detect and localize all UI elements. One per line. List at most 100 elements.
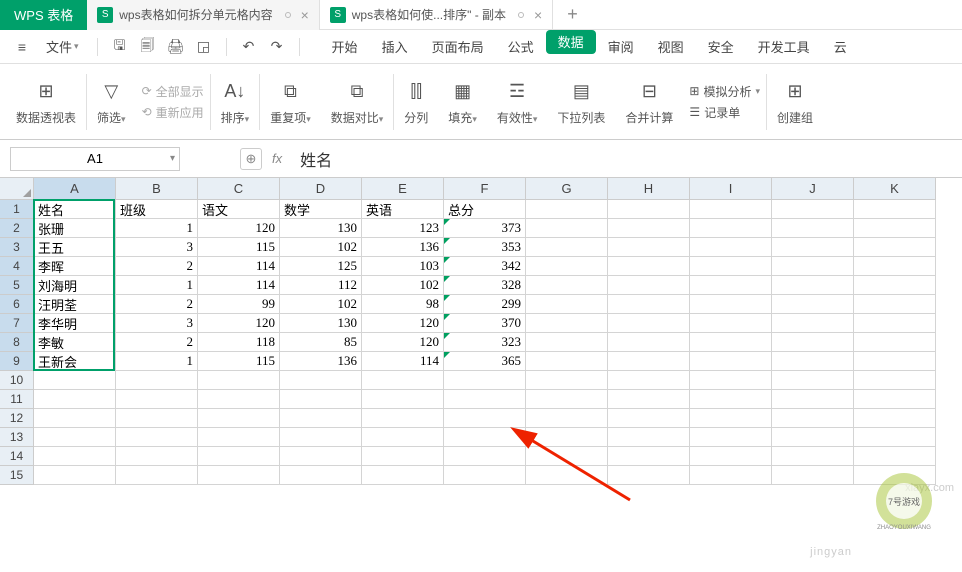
cell[interactable] <box>772 371 854 390</box>
cell[interactable] <box>854 428 936 447</box>
column-header[interactable]: F <box>444 178 526 200</box>
cell[interactable] <box>772 257 854 276</box>
cell[interactable] <box>362 390 444 409</box>
cell[interactable] <box>690 447 772 466</box>
cell[interactable] <box>198 466 280 485</box>
undo-icon[interactable]: ↶ <box>237 35 261 59</box>
cell[interactable]: 李晖 <box>34 257 116 276</box>
cell[interactable]: 刘海明 <box>34 276 116 295</box>
cell[interactable] <box>608 238 690 257</box>
cell[interactable] <box>34 371 116 390</box>
cell[interactable]: 103 <box>362 257 444 276</box>
cell[interactable] <box>526 219 608 238</box>
cell[interactable] <box>608 409 690 428</box>
select-all-corner[interactable] <box>0 178 34 200</box>
cell[interactable] <box>444 371 526 390</box>
tab-close-icon[interactable]: × <box>301 7 309 23</box>
cell[interactable] <box>772 238 854 257</box>
cell[interactable]: 125 <box>280 257 362 276</box>
cell[interactable]: 114 <box>198 276 280 295</box>
cell[interactable]: 总分 <box>444 200 526 219</box>
cell[interactable] <box>690 295 772 314</box>
cell[interactable]: 3 <box>116 238 198 257</box>
cell[interactable] <box>690 219 772 238</box>
cell[interactable]: 120 <box>198 314 280 333</box>
cell[interactable]: 114 <box>362 352 444 371</box>
cell[interactable] <box>608 276 690 295</box>
show-all-button[interactable]: ⟳ 全部显示 <box>142 83 204 100</box>
cell[interactable] <box>526 428 608 447</box>
cell[interactable] <box>690 428 772 447</box>
cell[interactable]: 数学 <box>280 200 362 219</box>
cell[interactable] <box>198 390 280 409</box>
column-header[interactable]: E <box>362 178 444 200</box>
row-header[interactable]: 4 <box>0 257 34 276</box>
cell[interactable] <box>772 295 854 314</box>
cell[interactable] <box>854 352 936 371</box>
cell[interactable] <box>362 428 444 447</box>
cell[interactable]: 王五 <box>34 238 116 257</box>
cell[interactable] <box>280 447 362 466</box>
row-header[interactable]: 2 <box>0 219 34 238</box>
fx-label[interactable]: fx <box>272 151 282 166</box>
cell[interactable] <box>690 466 772 485</box>
tab-developer[interactable]: 开发工具 <box>746 30 822 64</box>
cell[interactable] <box>690 276 772 295</box>
cell[interactable] <box>526 447 608 466</box>
cell[interactable] <box>690 371 772 390</box>
reapply-button[interactable]: ⟲ 重新应用 <box>142 104 204 121</box>
cell[interactable]: 136 <box>362 238 444 257</box>
cell[interactable] <box>854 371 936 390</box>
cell[interactable] <box>116 466 198 485</box>
cell[interactable] <box>444 409 526 428</box>
tab-security[interactable]: 安全 <box>696 30 746 64</box>
tab-view[interactable]: 视图 <box>646 30 696 64</box>
cell[interactable] <box>690 257 772 276</box>
row-header[interactable]: 10 <box>0 371 34 390</box>
cell[interactable] <box>772 409 854 428</box>
row-header[interactable]: 7 <box>0 314 34 333</box>
name-box[interactable]: A1 ▾ <box>10 147 180 171</box>
cell[interactable] <box>198 428 280 447</box>
cell[interactable] <box>362 409 444 428</box>
cell[interactable] <box>690 314 772 333</box>
cell[interactable]: 汪明荃 <box>34 295 116 314</box>
cell[interactable]: 114 <box>198 257 280 276</box>
cell[interactable] <box>444 466 526 485</box>
pivot-button[interactable]: ⊞ 数据透视表 <box>6 64 86 139</box>
row-header[interactable]: 14 <box>0 447 34 466</box>
tab-close-icon[interactable]: × <box>534 7 542 23</box>
row-header[interactable]: 9 <box>0 352 34 371</box>
save-as-icon[interactable]: 🗐 <box>136 35 160 59</box>
zoom-icon[interactable]: ⊕ <box>240 148 262 170</box>
cell[interactable]: 2 <box>116 257 198 276</box>
cell[interactable] <box>772 447 854 466</box>
row-header[interactable]: 6 <box>0 295 34 314</box>
row-header[interactable]: 13 <box>0 428 34 447</box>
sort-button[interactable]: A↓ 排序▾ <box>211 64 260 139</box>
cell[interactable]: 370 <box>444 314 526 333</box>
cell[interactable] <box>116 409 198 428</box>
cell[interactable] <box>526 200 608 219</box>
cell[interactable]: 3 <box>116 314 198 333</box>
cell[interactable]: 112 <box>280 276 362 295</box>
cell[interactable] <box>444 447 526 466</box>
tab-insert[interactable]: 插入 <box>370 30 420 64</box>
cell[interactable] <box>772 333 854 352</box>
redo-icon[interactable]: ↷ <box>265 35 289 59</box>
cell[interactable] <box>116 428 198 447</box>
tab-formula[interactable]: 公式 <box>496 30 546 64</box>
cell[interactable] <box>854 238 936 257</box>
cell[interactable]: 102 <box>280 295 362 314</box>
cell[interactable]: 115 <box>198 238 280 257</box>
cell[interactable] <box>198 447 280 466</box>
cell[interactable]: 1 <box>116 352 198 371</box>
column-header[interactable]: H <box>608 178 690 200</box>
document-tab-1[interactable]: S wps表格如何拆分单元格内容 × <box>87 0 320 30</box>
cell[interactable] <box>772 352 854 371</box>
cell[interactable] <box>854 257 936 276</box>
file-menu[interactable]: 文件▾ <box>38 37 87 56</box>
cell[interactable] <box>444 390 526 409</box>
row-header[interactable]: 1 <box>0 200 34 219</box>
row-header[interactable]: 3 <box>0 238 34 257</box>
